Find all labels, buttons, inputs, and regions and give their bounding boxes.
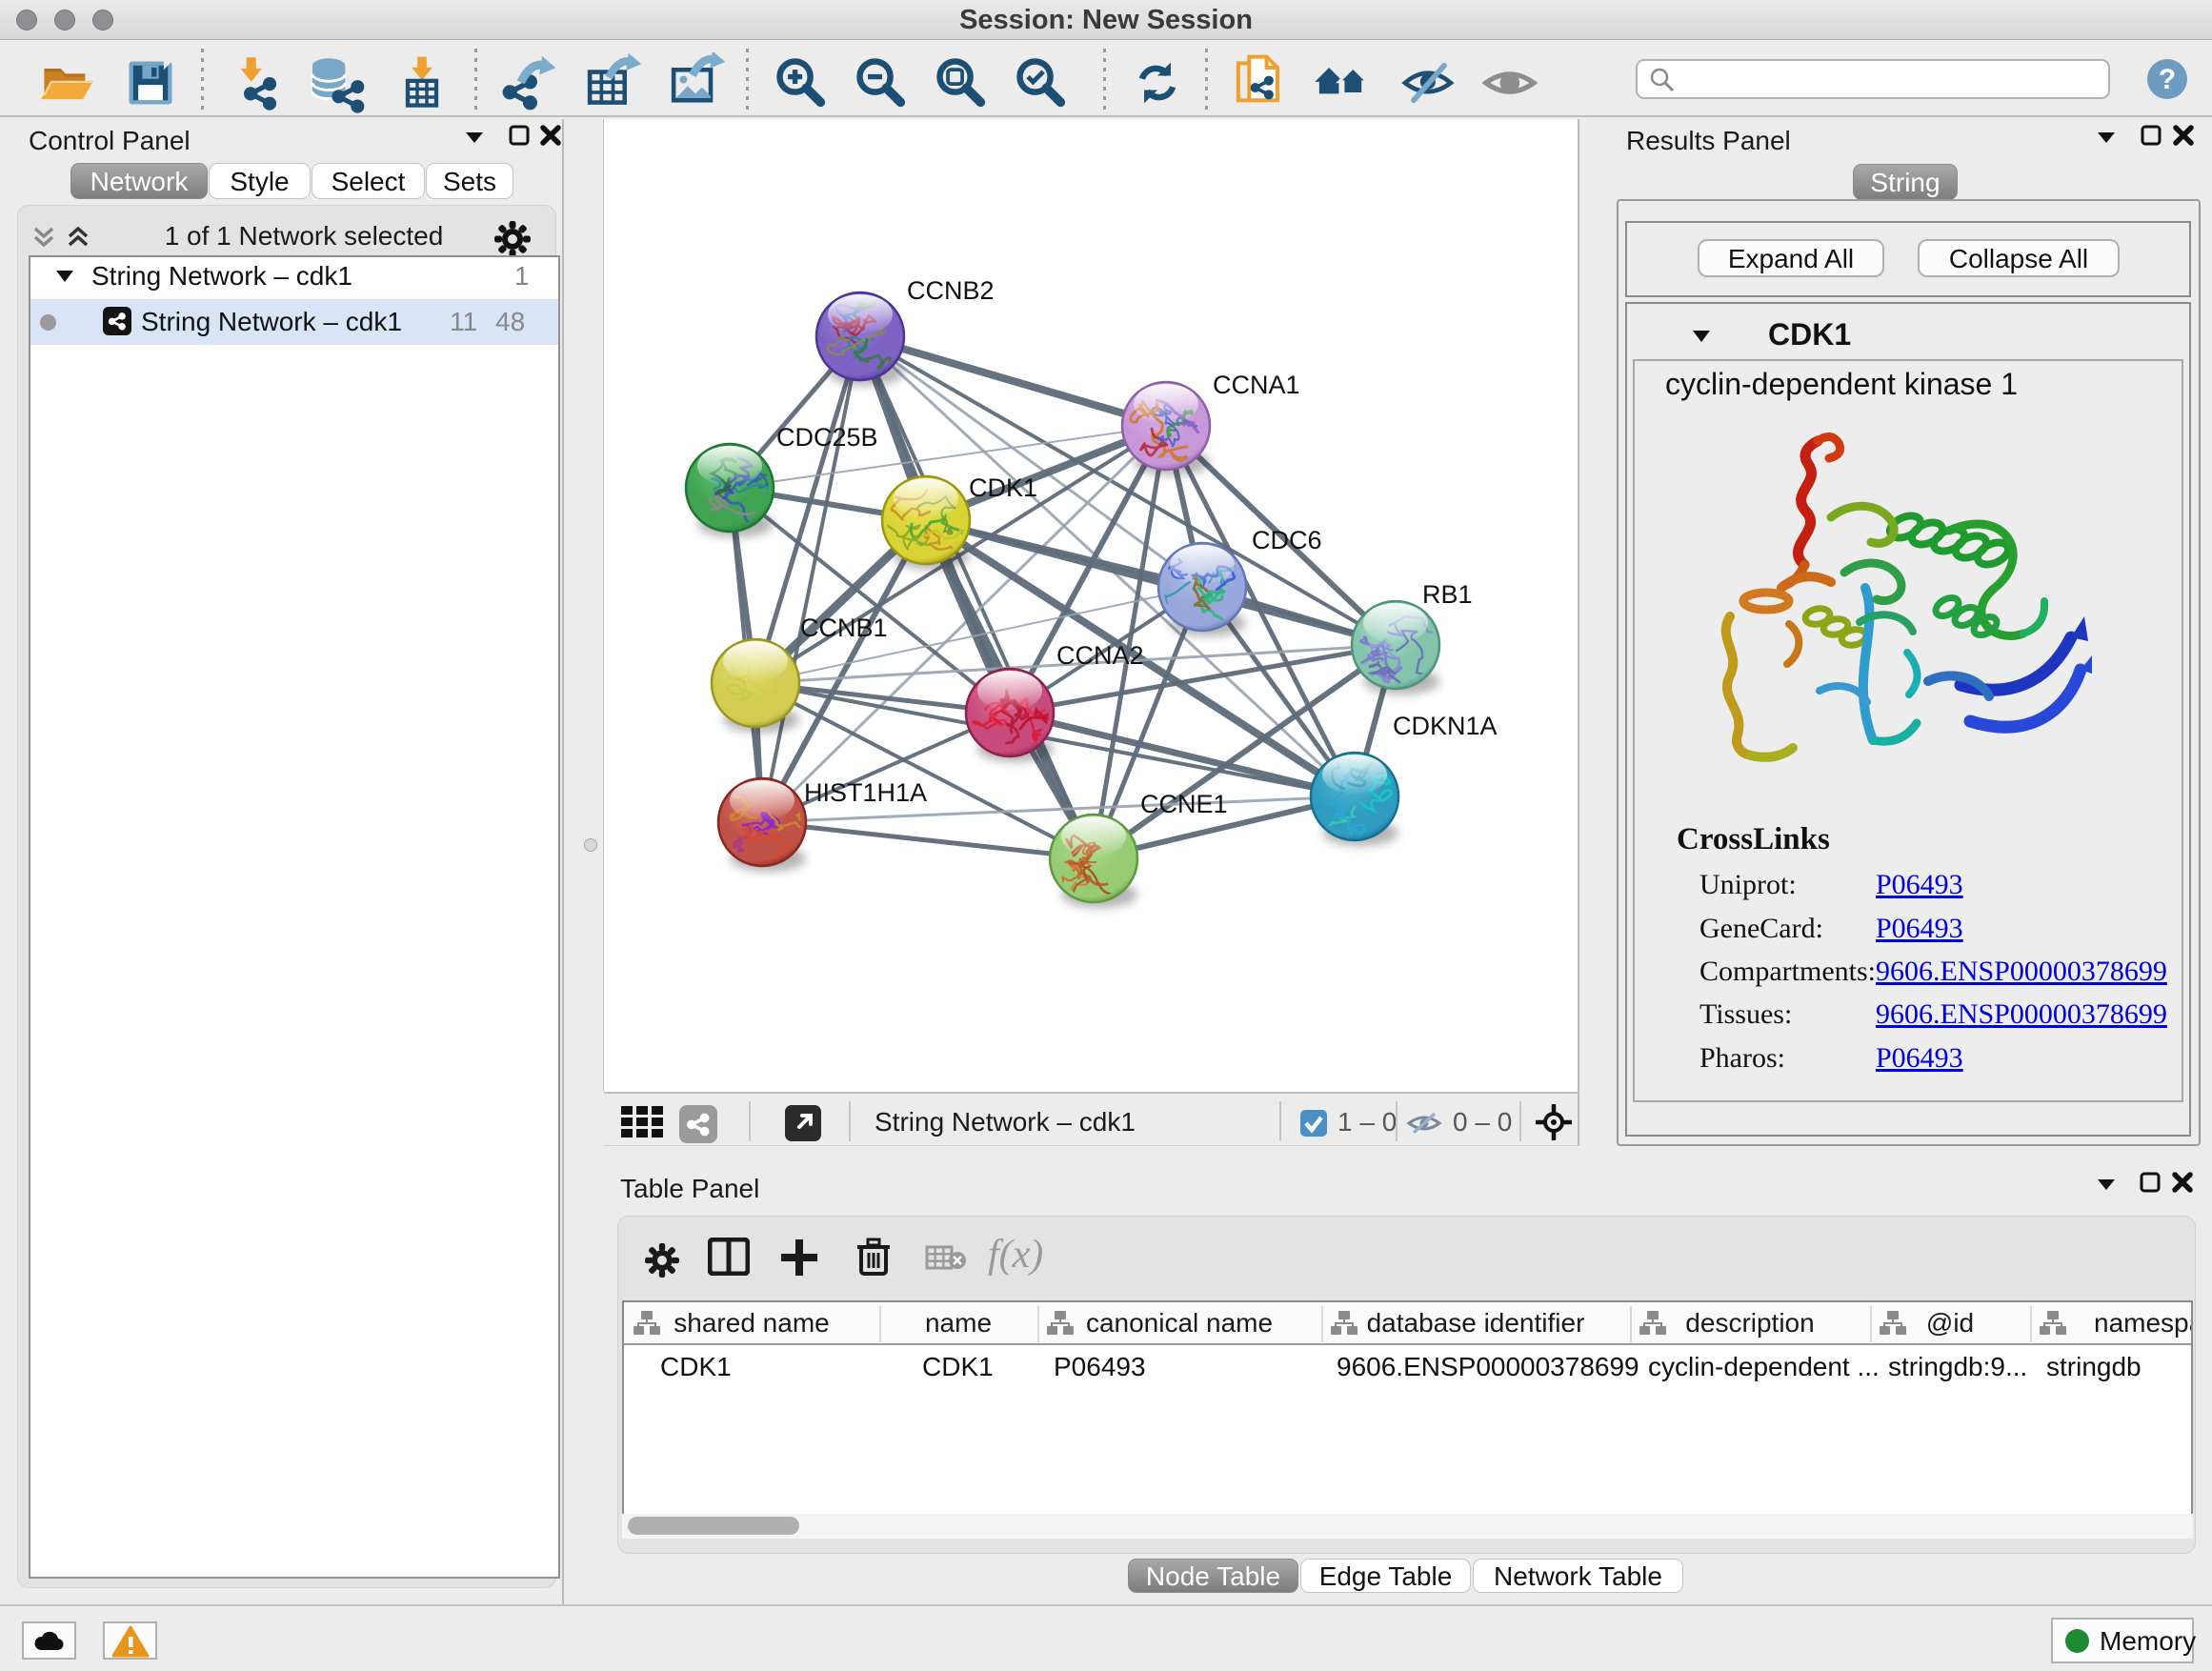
svg-text:RB1: RB1 [1422, 580, 1473, 609]
svg-text:CDC6: CDC6 [1252, 526, 1322, 554]
svg-text:CDC25B: CDC25B [776, 423, 878, 452]
svg-text:CDKN1A: CDKN1A [1393, 712, 1498, 740]
svg-text:CCNB2: CCNB2 [907, 276, 995, 305]
svg-text:CCNA1: CCNA1 [1213, 371, 1300, 399]
svg-text:HIST1H1A: HIST1H1A [804, 778, 927, 807]
svg-text:CCNE1: CCNE1 [1140, 790, 1228, 818]
svg-text:CCNA2: CCNA2 [1056, 641, 1144, 670]
svg-text:CDK1: CDK1 [969, 473, 1037, 502]
svg-text:CCNB1: CCNB1 [800, 614, 888, 642]
svg-text:?: ? [2159, 64, 2176, 95]
